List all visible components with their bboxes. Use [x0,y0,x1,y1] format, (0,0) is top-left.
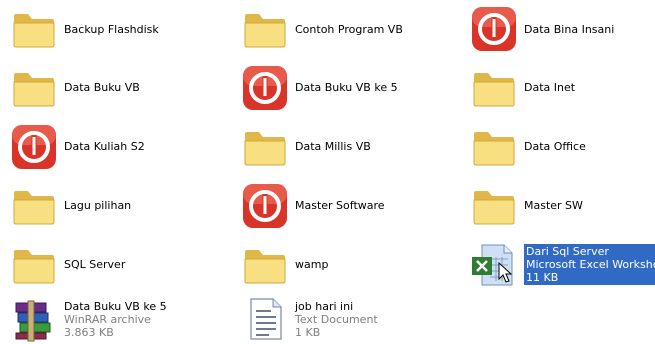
file-item[interactable]: Backup Flashdisk [0,0,231,58]
file-item[interactable]: Master Software [231,176,460,235]
folder-icon [239,121,291,173]
red-power-icon [239,180,291,232]
file-name: Data Inet [524,81,576,94]
file-item[interactable]: SQL Server [0,235,231,294]
file-type: Microsoft Excel Worksheet [526,258,655,271]
file-name: Data Buku VB [64,81,140,94]
folder-icon [468,121,520,173]
folder-icon [468,180,520,232]
file-name: Master Software [295,199,385,212]
file-size: 1 KB [295,325,321,339]
file-item-selected[interactable]: Dari Sql Server Microsoft Excel Workshee… [460,235,655,294]
file-name: Data Buku VB ke 5 [295,81,398,94]
file-type: WinRAR archive [64,312,151,326]
file-view: Backup Flashdisk Contoh Program VB Data … [0,0,655,344]
file-type: Text Document [295,312,378,326]
file-item[interactable]: wamp [231,235,460,294]
file-name: Contoh Program VB [295,22,403,36]
folder-icon [239,239,291,291]
file-name: Data Kuliah S2 [64,140,145,153]
excel-file-icon [468,239,520,291]
folder-icon [8,62,60,114]
red-power-icon [468,3,520,55]
file-item[interactable]: Data Buku VB ke 5 WinRAR archive 3.863 K… [0,294,231,344]
file-name: wamp [295,258,329,271]
file-size: 3.863 KB [64,325,114,339]
folder-icon [8,3,60,55]
file-name: SQL Server [64,258,126,271]
file-name: Master SW [524,199,583,212]
file-name: Data Millis VB [295,140,371,153]
file-name: Lagu pilihan [64,199,132,212]
file-item[interactable]: job hari ini Text Document 1 KB [231,294,460,344]
file-name: Data Office [524,140,586,153]
text-document-icon [239,294,291,344]
file-name: Dari Sql Server [526,245,609,258]
file-item[interactable]: Contoh Program VB [231,0,460,58]
file-name: Data Bina Insani [524,22,615,36]
folder-icon [8,180,60,232]
file-item[interactable]: Data Office [460,117,655,176]
file-item[interactable]: Data Buku VB [0,58,231,117]
file-name: Backup Flashdisk [64,22,159,36]
file-name: job hari ini [295,299,354,313]
empty-cell [460,294,655,344]
file-item[interactable]: Data Buku VB ke 5 [231,58,460,117]
file-item[interactable]: Lagu pilihan [0,176,231,235]
winrar-archive-icon [8,294,60,344]
file-item[interactable]: Master SW [460,176,655,235]
file-name: Data Buku VB ke 5 [64,299,167,313]
red-power-icon [8,121,60,173]
file-size: 11 KB [526,271,559,284]
red-power-icon [239,62,291,114]
folder-icon [468,62,520,114]
folder-icon [239,3,291,55]
folder-icon [8,239,60,291]
file-item[interactable]: Data Bina Insani [460,0,655,58]
file-item[interactable]: Data Inet [460,58,655,117]
mouse-pointer-icon [498,262,512,283]
file-item[interactable]: Data Millis VB [231,117,460,176]
file-item[interactable]: Data Kuliah S2 [0,117,231,176]
